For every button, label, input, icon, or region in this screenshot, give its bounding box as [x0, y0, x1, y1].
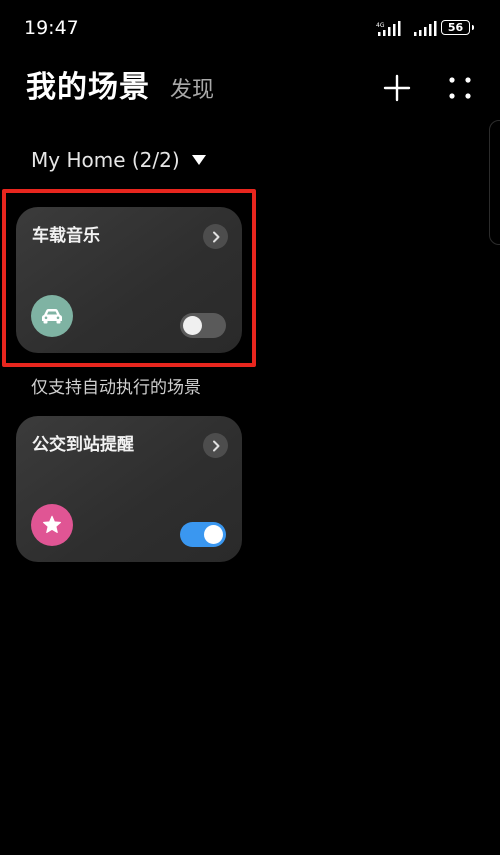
home-selector[interactable]: My Home (2/2) — [31, 146, 206, 174]
status-time: 19:47 — [24, 17, 79, 39]
edge-panel-handle[interactable] — [489, 120, 500, 245]
add-icon[interactable] — [381, 72, 413, 104]
signal-icon: 4G — [376, 21, 401, 36]
header-tabs: 我的场景 发现 — [26, 68, 214, 111]
caret-down-icon — [191, 155, 206, 165]
battery-icon: 56 — [441, 20, 474, 35]
scene-toggle[interactable] — [180, 522, 226, 547]
toggle-knob — [204, 525, 223, 544]
highlight-annotation — [2, 189, 256, 367]
scene-card[interactable]: 公交到站提醒 — [16, 416, 242, 562]
battery-level: 56 — [447, 21, 464, 34]
signal-icon — [414, 21, 437, 36]
more-icon[interactable] — [444, 72, 476, 104]
status-bar: 19:47 4G 56 — [0, 0, 500, 56]
tab-my-scenes[interactable]: 我的场景 — [26, 68, 150, 108]
scene-title: 公交到站提醒 — [32, 435, 134, 455]
tab-discover[interactable]: 发现 — [170, 71, 214, 111]
section-label: 仅支持自动执行的场景 — [31, 378, 201, 398]
chevron-right-icon — [212, 440, 219, 451]
star-icon — [31, 504, 73, 546]
scene-detail-button[interactable] — [203, 433, 228, 458]
svg-text:4G: 4G — [376, 22, 385, 29]
home-name: My Home (2/2) — [31, 148, 180, 172]
